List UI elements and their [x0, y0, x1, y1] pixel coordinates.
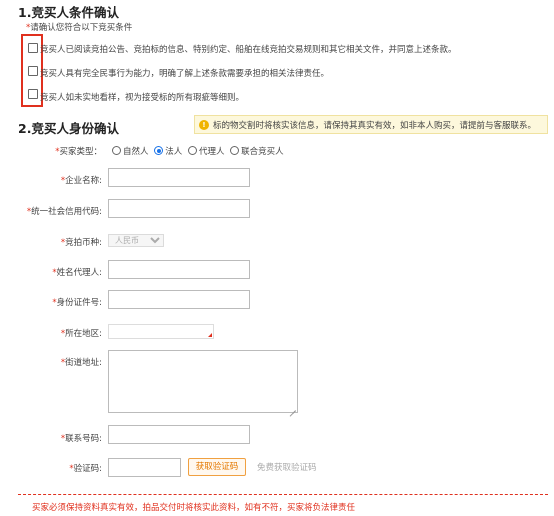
lightbulb-icon: ! [199, 119, 209, 130]
buyer-type-label: *买家类型： [55, 147, 102, 157]
condition-text-2: 竞买人具有完全民事行为能力，明确了解上述条款需要承担的相关法律责任。 [40, 69, 330, 79]
condition-checkbox-2[interactable] [28, 66, 38, 76]
tip-text: 标的物交割时将核实该信息，请保持其真实有效，如非本人购买，请提前与客服联系。 [213, 120, 537, 131]
street-label: *街道地址: [60, 358, 102, 368]
radio-legal-person[interactable]: 法人 [154, 146, 182, 157]
radio-icon [112, 146, 121, 155]
resize-handle-icon[interactable] [290, 405, 296, 411]
section2-title: 2.竞买人身份确认 [18, 121, 119, 136]
region-selector[interactable] [108, 324, 214, 339]
footer-divider [18, 494, 548, 495]
radio-selected-icon [154, 146, 164, 155]
radio-icon [187, 146, 197, 155]
phone-input[interactable] [108, 425, 250, 444]
radio-icon [230, 146, 240, 155]
company-name-label: *企业名称: [60, 176, 102, 186]
get-code-button[interactable]: 获取验证码 [188, 458, 246, 476]
region-label: *所在地区: [60, 329, 102, 339]
condition-checkbox-1[interactable] [28, 43, 38, 53]
currency-label: *竞拍币种: [60, 238, 102, 248]
credit-code-label: *统一社会信用代码: [26, 207, 102, 217]
id-number-label: *身份证件号: [52, 298, 102, 308]
company-name-input[interactable] [108, 168, 250, 187]
section1-title: 1.竞买人条件确认 [18, 5, 119, 20]
section1-prompt: *请确认您符合以下竞买条件 [26, 23, 133, 33]
radio-natural-person[interactable]: 自然人 [112, 146, 149, 157]
condition-text-1: 竞买人已阅读竞拍公告、竞拍标的信息、特别约定、船舶在线竞拍交易规则和其它相关文件… [40, 45, 457, 55]
condition-text-3: 竞买人如未实地看样，视为接受标的所有瑕疵等细则。 [40, 93, 245, 103]
captcha-label: *验证码: [69, 464, 102, 474]
radio-agent[interactable]: 代理人 [187, 146, 224, 157]
captcha-input[interactable] [108, 458, 181, 477]
id-number-input[interactable] [108, 290, 250, 309]
currency-select[interactable]: 人民币 [108, 234, 164, 247]
buyer-type-radio-group: 自然人 法人 代理人 联合竞买人 [112, 145, 284, 157]
identity-tip: ! 标的物交割时将核实该信息，请保持其真实有效，如非本人购买，请提前与客服联系。 [194, 115, 548, 134]
credit-code-input[interactable] [108, 199, 250, 218]
agent-name-label: *姓名代理人: [52, 268, 102, 278]
radio-joint-bidder[interactable]: 联合竞买人 [230, 146, 284, 157]
agent-name-input[interactable] [108, 260, 250, 279]
footer-notice: 买家必须保持资料真实有效，拍品交付时将核实此资料，如有不符，买家将负法律责任 [32, 503, 356, 513]
free-code-link[interactable]: 免费获取验证码 [257, 461, 317, 473]
phone-label: *联系号码: [60, 434, 102, 444]
condition-checkbox-3[interactable] [28, 89, 38, 99]
street-textarea[interactable] [108, 350, 298, 413]
